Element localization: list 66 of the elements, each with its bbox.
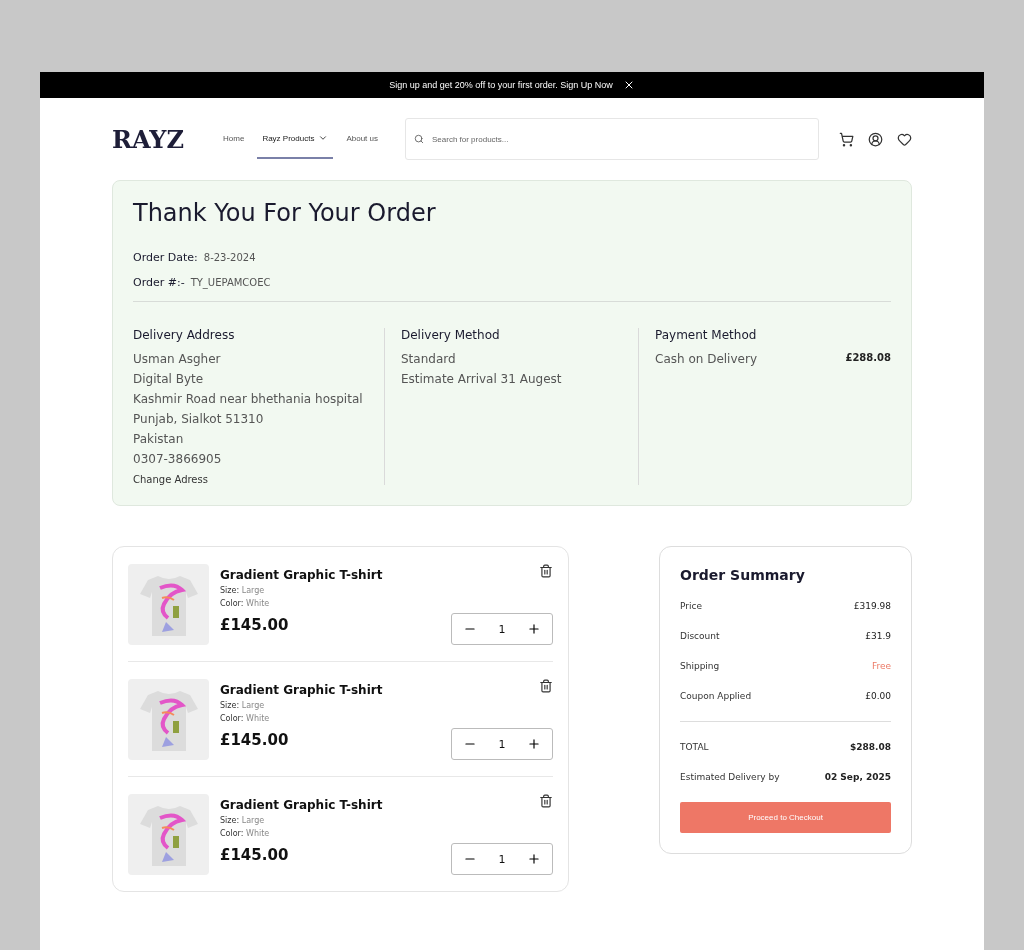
nav-link[interactable]: Home (218, 119, 250, 159)
summary-value: Free (871, 661, 891, 671)
nav-link[interactable]: About us (341, 119, 383, 159)
meta-label: Order Date: (133, 251, 198, 264)
chevron-icon (318, 133, 329, 143)
plus-icon[interactable] (527, 622, 542, 636)
product-name: Gradient Graphic T-shirt (220, 798, 384, 812)
total-label: Estimated Delivery by (680, 772, 780, 782)
promo-text: Sign up and get 20% off to your first order. Sign Up Now (389, 80, 613, 90)
page-title: Thank You For Your Order (133, 199, 437, 227)
logo[interactable]: RAYZ (112, 124, 185, 154)
quantity-stepper[interactable]: 1 (451, 613, 553, 645)
address-line: 0307-3866905 (133, 452, 223, 466)
product-name: Gradient Graphic T-shirt (220, 568, 384, 582)
trash-icon[interactable] (539, 794, 553, 808)
delivery-line: Estimate Arrival 31 Augest (401, 372, 563, 386)
plus-icon[interactable] (527, 737, 542, 751)
address-line: Kashmir Road near bhethania hospital (133, 392, 364, 406)
summary-title: Order Summary (680, 567, 806, 583)
section-heading: Payment Method (655, 328, 758, 342)
address-line: Usman Asgher (133, 352, 222, 366)
total-label: TOTAL (680, 742, 709, 752)
nav-link[interactable]: Rayz Products (257, 119, 334, 159)
product-color: Color: White (220, 599, 271, 608)
product-name: Gradient Graphic T-shirt (220, 683, 384, 697)
total-value: 02 Sep, 2025 (824, 772, 891, 782)
product-size: Size: Large (220, 586, 266, 595)
quantity-value: 1 (498, 622, 506, 636)
delivery-line: Standard (401, 352, 457, 366)
plus-icon[interactable] (527, 852, 542, 866)
summary-value: £31.9 (865, 631, 891, 641)
summary-label: Discount (680, 631, 720, 641)
quantity-stepper[interactable]: 1 (451, 843, 553, 875)
summary-label: Shipping (680, 661, 720, 671)
trash-icon[interactable] (539, 679, 553, 693)
search-field[interactable]: Search for products... (405, 118, 819, 160)
summary-value: £0.00 (865, 691, 891, 701)
address-line: Digital Byte (133, 372, 205, 386)
meta-value: 8-23-2024 (203, 252, 256, 263)
payment-amount: £288.08 (845, 352, 891, 365)
quantity-value: 1 (498, 852, 506, 866)
section-heading: Delivery Address (133, 328, 236, 342)
address-line: Punjab, Sialkot 51310 (133, 412, 265, 426)
product-price: £145.00 (220, 616, 289, 634)
trash-icon[interactable] (539, 564, 553, 578)
summary-label: Price (680, 601, 702, 611)
address-line: Pakistan (133, 432, 185, 446)
change-address-link[interactable]: Change Adress (133, 474, 384, 485)
product-color: Color: White (220, 714, 271, 723)
product-color: Color: White (220, 829, 271, 838)
quantity-value: 1 (498, 737, 506, 751)
payment-method: Cash on Delivery (655, 352, 757, 366)
product-price: £145.00 (220, 846, 289, 864)
product-size: Size: Large (220, 816, 266, 825)
total-value: $288.08 (850, 742, 891, 752)
cart-icon[interactable] (839, 131, 854, 147)
user-icon[interactable] (868, 131, 883, 147)
meta-value: TY_UEPAMCOEC (190, 277, 271, 288)
heart-icon[interactable] (897, 131, 912, 147)
summary-label: Coupon Applied (680, 691, 752, 701)
product-price: £145.00 (220, 731, 289, 749)
meta-label: Order #:- (133, 276, 185, 289)
product-size: Size: Large (220, 701, 266, 710)
section-heading: Delivery Method (401, 328, 501, 342)
summary-value: £319.98 (853, 601, 891, 611)
quantity-stepper[interactable]: 1 (451, 728, 553, 760)
